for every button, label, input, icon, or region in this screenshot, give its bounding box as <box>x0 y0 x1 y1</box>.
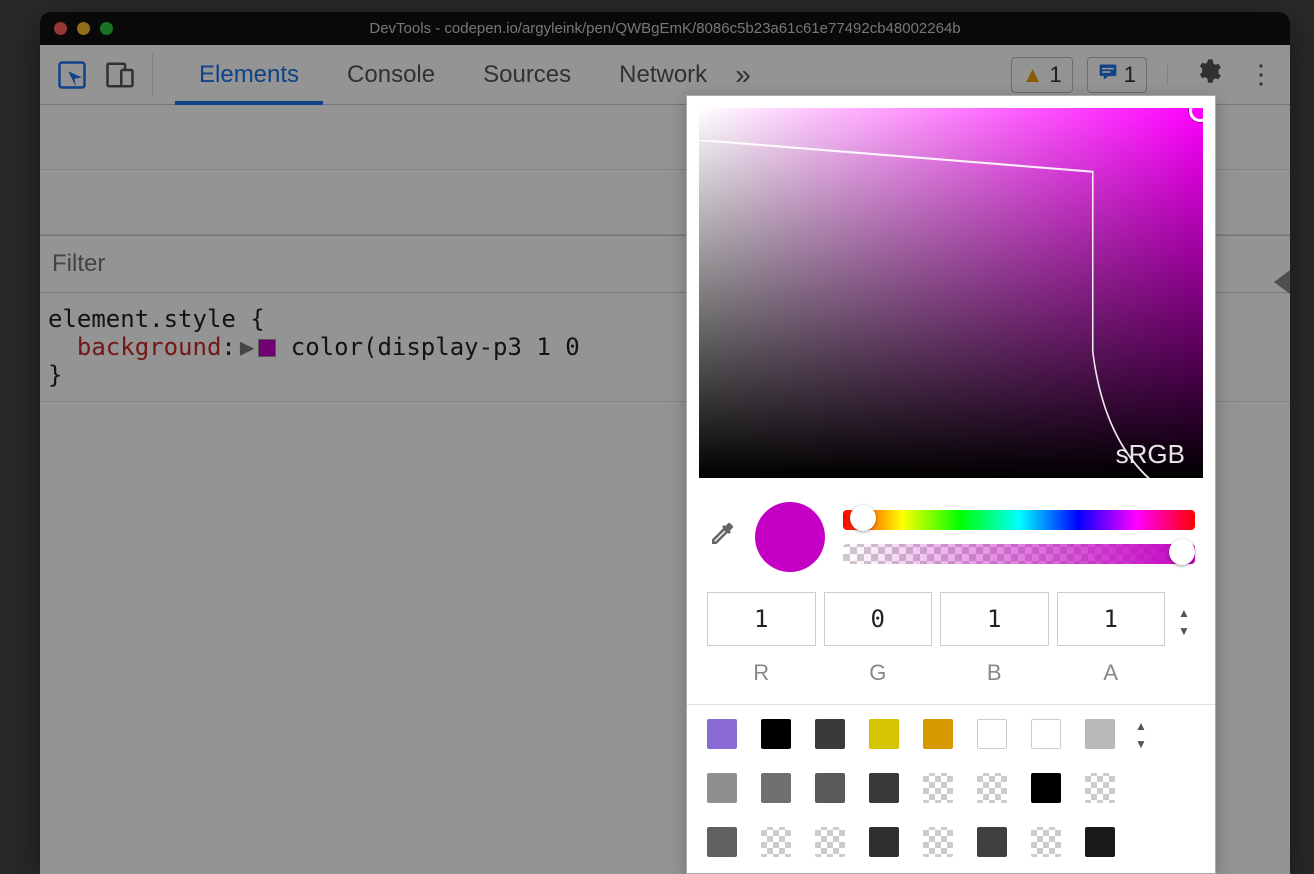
device-toolbar-icon[interactable] <box>102 57 138 93</box>
expand-shorthand-icon[interactable]: ▶ <box>240 333 254 361</box>
tab-elements[interactable]: Elements <box>195 47 303 103</box>
palette-swatch[interactable] <box>1085 827 1115 857</box>
palette-swatch[interactable] <box>1085 719 1115 749</box>
style-selector: element.style <box>48 305 236 333</box>
palette-swatch[interactable] <box>977 773 1007 803</box>
hue-slider[interactable] <box>843 510 1195 530</box>
palette-swatch[interactable] <box>815 827 845 857</box>
gamut-boundary-line <box>699 140 1203 478</box>
style-property[interactable]: background <box>77 333 222 361</box>
palette-stepper[interactable]: ▲ ▼ <box>1135 719 1147 751</box>
style-value[interactable]: color(display-p3 1 0 <box>291 333 580 361</box>
alpha-thumb[interactable] <box>1169 539 1195 565</box>
channel-g-label: G <box>824 660 933 686</box>
more-options-icon[interactable]: ⋮ <box>1242 59 1280 90</box>
channel-b-label: B <box>940 660 1049 686</box>
warnings-badge[interactable]: ▲ 1 <box>1011 57 1073 93</box>
messages-count: 1 <box>1124 62 1136 88</box>
window-controls <box>40 22 113 35</box>
window-title: DevTools - codepen.io/argyleink/pen/QWBg… <box>40 20 1290 37</box>
current-color-preview <box>755 502 825 572</box>
hue-thumb[interactable] <box>850 505 876 531</box>
palette-swatch[interactable] <box>1085 773 1115 803</box>
palette-swatch[interactable] <box>977 719 1007 749</box>
palette-swatch[interactable] <box>869 719 899 749</box>
color-swatch[interactable] <box>258 339 276 357</box>
warning-icon: ▲ <box>1022 62 1044 88</box>
channel-b-input[interactable] <box>940 592 1049 646</box>
gamut-label: sRGB <box>1116 439 1185 470</box>
settings-icon[interactable] <box>1188 57 1228 92</box>
messages-badge[interactable]: 1 <box>1087 57 1147 93</box>
palette-swatch[interactable] <box>815 719 845 749</box>
palette-swatch[interactable] <box>761 719 791 749</box>
inspect-element-icon[interactable] <box>54 57 90 93</box>
palette-swatch[interactable] <box>761 773 791 803</box>
eyedropper-icon[interactable] <box>707 519 737 556</box>
palette-swatch[interactable] <box>815 773 845 803</box>
palette-swatch[interactable] <box>707 719 737 749</box>
channel-r-input[interactable] <box>707 592 816 646</box>
chevron-up-icon: ▲ <box>1173 606 1195 620</box>
more-tabs-icon[interactable]: » <box>735 59 751 91</box>
maximize-window-button[interactable] <box>100 22 113 35</box>
color-picker: sRGB R G B <box>686 95 1216 874</box>
alpha-slider[interactable] <box>843 544 1195 564</box>
title-bar: DevTools - codepen.io/argyleink/pen/QWBg… <box>40 12 1290 45</box>
palette-swatch[interactable] <box>761 827 791 857</box>
palette-swatch[interactable] <box>923 827 953 857</box>
color-mode-stepper[interactable]: ▲ ▼ <box>1173 606 1195 638</box>
tab-sources[interactable]: Sources <box>479 47 575 103</box>
palette-swatch[interactable] <box>977 827 1007 857</box>
palette-swatch[interactable] <box>1031 719 1061 749</box>
palette-swatch[interactable] <box>869 827 899 857</box>
palette-swatch[interactable] <box>707 773 737 803</box>
close-window-button[interactable] <box>54 22 67 35</box>
palette-swatch[interactable] <box>1031 773 1061 803</box>
channel-r-label: R <box>707 660 816 686</box>
chevron-down-icon: ▼ <box>1135 737 1147 751</box>
message-icon <box>1098 62 1118 88</box>
channel-g-input[interactable] <box>824 592 933 646</box>
tab-console[interactable]: Console <box>343 47 439 103</box>
channel-a-input[interactable] <box>1057 592 1166 646</box>
chevron-up-icon: ▲ <box>1135 719 1147 733</box>
palette-swatch[interactable] <box>1031 827 1061 857</box>
saturation-value-field[interactable]: sRGB <box>699 108 1203 478</box>
sv-handle[interactable] <box>1189 108 1203 122</box>
palette-swatch[interactable] <box>869 773 899 803</box>
warnings-count: 1 <box>1050 62 1062 88</box>
palette-grid <box>707 719 1115 857</box>
palette-swatch[interactable] <box>707 827 737 857</box>
minimize-window-button[interactable] <box>77 22 90 35</box>
chevron-down-icon: ▼ <box>1173 624 1195 638</box>
palette-swatch[interactable] <box>923 719 953 749</box>
palette-swatch[interactable] <box>923 773 953 803</box>
channel-a-label: A <box>1057 660 1166 686</box>
